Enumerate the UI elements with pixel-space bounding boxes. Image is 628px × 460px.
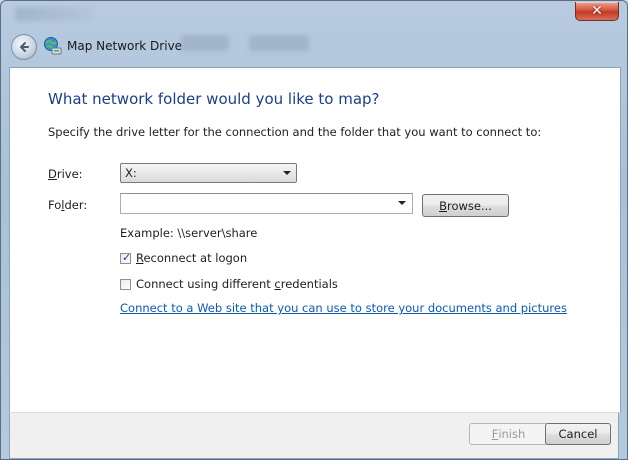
window-title: Map Network Drive <box>67 39 183 53</box>
folder-combo[interactable] <box>120 193 413 214</box>
folder-label: Folder: <box>48 198 88 212</box>
chevron-down-icon <box>283 171 291 175</box>
folder-input[interactable] <box>123 195 397 212</box>
content-panel: What network folder would you like to ma… <box>9 67 621 413</box>
reconnect-checkbox-row[interactable]: ✓ Reconnect at logon <box>120 251 247 265</box>
credentials-checkbox-row[interactable]: Connect using different credentials <box>120 277 338 291</box>
back-button[interactable] <box>11 34 37 60</box>
credentials-checkbox[interactable] <box>120 278 131 290</box>
page-title: What network folder would you like to ma… <box>48 90 380 108</box>
blurred-background-title <box>15 7 95 21</box>
browse-button[interactable]: Browse... <box>422 194 509 217</box>
drive-select[interactable]: X: <box>120 163 297 183</box>
drive-label: Drive: <box>48 167 83 181</box>
finish-button[interactable]: Finish <box>469 423 548 445</box>
checkmark-icon: ✓ <box>122 250 132 264</box>
reconnect-checkbox[interactable]: ✓ <box>120 250 132 264</box>
chevron-down-icon[interactable] <box>398 201 406 205</box>
back-arrow-icon <box>20 42 29 52</box>
cancel-button[interactable]: Cancel <box>545 423 611 445</box>
close-button[interactable]: ✕ <box>575 2 619 21</box>
reconnect-label: Reconnect at logon <box>136 251 248 265</box>
blurred-background-crumb <box>181 35 229 51</box>
blurred-background-crumb <box>249 35 309 51</box>
map-network-drive-window: ✕ Map Network Drive What network folder … <box>0 0 628 460</box>
example-text: Example: \\server\share <box>120 226 258 240</box>
credentials-label: Connect using different credentials <box>136 277 338 291</box>
web-site-link[interactable]: Connect to a Web site that you can use t… <box>120 301 567 315</box>
close-icon: ✕ <box>591 3 603 19</box>
network-drive-icon <box>44 37 62 55</box>
drive-select-value: X: <box>125 166 137 180</box>
button-bar: Finish Cancel <box>9 412 619 459</box>
instruction-text: Specify the drive letter for the connect… <box>48 125 542 139</box>
link-suffix-text: . <box>528 301 532 315</box>
